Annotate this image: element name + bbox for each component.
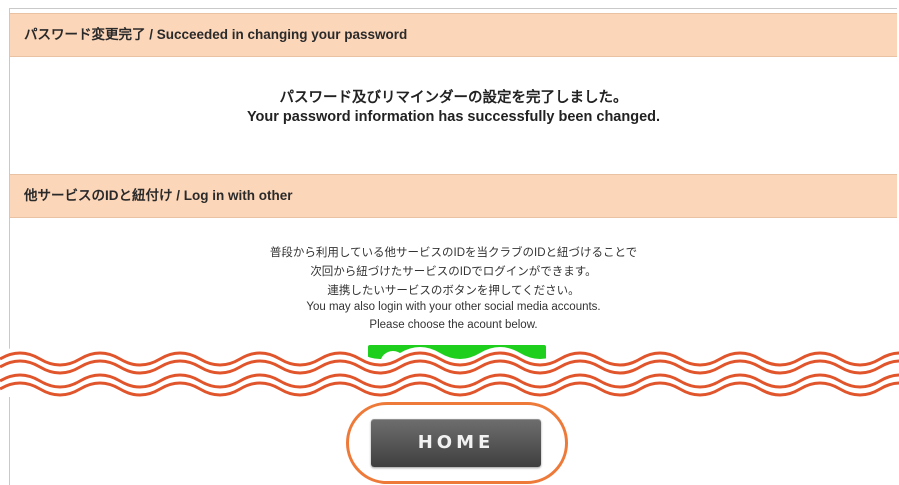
section-header-social-login: 他サービスのIDと紐付け / Log in with other: [10, 174, 897, 218]
social-info-line: 普段から利用している他サービスのIDを当クラブのIDと紐づけることで: [269, 247, 638, 259]
social-info-line: You may also login with your other socia…: [306, 301, 601, 313]
success-message-en: Your password information has successful…: [246, 109, 661, 125]
social-info-line: Please choose the acount below.: [369, 319, 538, 331]
highlight-circle: [346, 402, 568, 484]
section-title: 他サービスのIDと紐付け / Log in with other: [24, 188, 293, 203]
social-info-line: 連携したいサービスのボタンを押してください。: [327, 285, 580, 297]
section-header-password-changed: パスワード変更完了 / Succeeded in changing your p…: [10, 13, 897, 57]
wavy-line-break-icon: [0, 347, 899, 397]
social-info-line: 次回から紐づけたサービスのIDでログインができます。: [310, 266, 597, 278]
success-message-ja: パスワード及びリマインダーの設定を完了しました。: [279, 90, 628, 106]
section-title: パスワード変更完了 / Succeeded in changing your p…: [24, 27, 408, 42]
